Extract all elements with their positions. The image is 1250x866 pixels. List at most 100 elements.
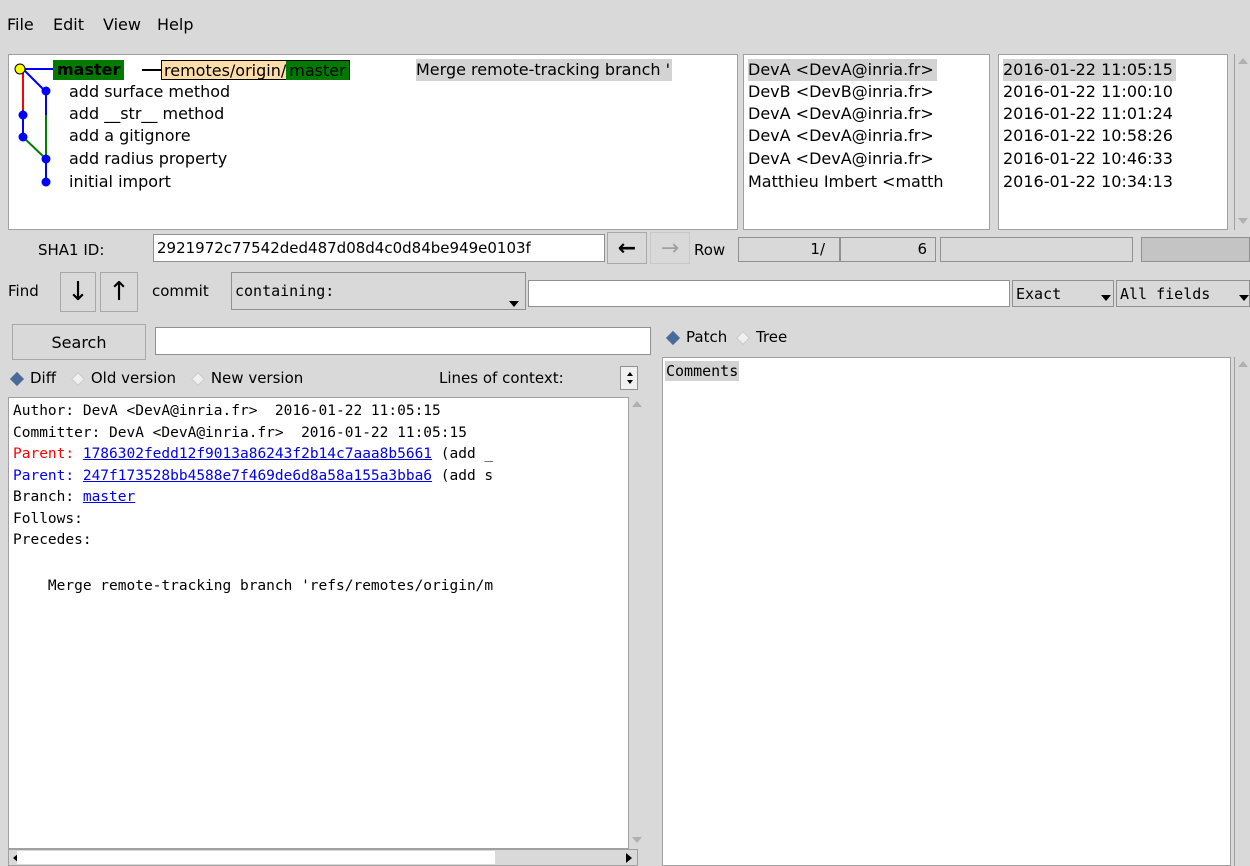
- author-row-2[interactable]: DevA <DevA@inria.fr>: [748, 103, 934, 125]
- patch-label: Patch: [686, 328, 728, 346]
- context-spinner[interactable]: 3: [620, 366, 638, 390]
- dropdown-arrow-icon[interactable]: [1239, 295, 1249, 301]
- detail-precedes: Precedes:: [13, 532, 92, 548]
- date-row-1[interactable]: 2016-01-22 11:00:10: [1003, 81, 1173, 103]
- date-row-0[interactable]: 2016-01-22 11:05:15: [1003, 59, 1176, 81]
- match-select[interactable]: Exact: [1012, 280, 1114, 307]
- diff-radio[interactable]: Diff: [9, 369, 57, 387]
- scrollbar-thumb[interactable]: [17, 851, 495, 864]
- remote-prefix: remotes/origin/: [164, 61, 287, 80]
- detail-committer: Committer: DevA <DevA@inria.fr> 2016-01-…: [13, 425, 467, 441]
- comments-scrollbar[interactable]: [1234, 357, 1250, 866]
- new-version-radio[interactable]: New version: [190, 369, 304, 387]
- commit-row-message-2[interactable]: add __str__ method: [69, 103, 224, 125]
- fields-select[interactable]: All fields: [1116, 280, 1250, 307]
- scroll-down-icon[interactable]: [632, 837, 642, 843]
- match-value: Exact: [1016, 285, 1062, 303]
- row-total: 6: [840, 237, 936, 262]
- search-input[interactable]: [155, 327, 651, 355]
- patch-radio[interactable]: Patch: [665, 328, 728, 346]
- find-mode-value: containing:: [235, 282, 335, 300]
- search-button[interactable]: Search: [12, 324, 146, 360]
- date-list[interactable]: 2016-01-22 11:05:15 2016-01-22 11:00:10 …: [998, 54, 1228, 230]
- author-list[interactable]: DevA <DevA@inria.fr> DevB <DevB@inria.fr…: [743, 54, 990, 230]
- commit-row-message-0[interactable]: Merge remote-tracking branch ': [416, 59, 673, 81]
- parent1-link[interactable]: 1786302fedd12f9013a86243f2b14c7aaa8b5661: [83, 446, 432, 462]
- parent1-tail: (add _: [432, 446, 494, 462]
- forward-arrow-icon[interactable]: →: [650, 232, 690, 264]
- commit-list[interactable]: master remotes/origin/master Merge remot…: [8, 54, 738, 230]
- commit-row-message-5[interactable]: initial import: [69, 171, 171, 193]
- find-mode-select[interactable]: containing:: [231, 272, 526, 310]
- author-row-1[interactable]: DevB <DevB@inria.fr>: [748, 81, 934, 103]
- parent2-tail: (add s: [432, 468, 494, 484]
- menu-file[interactable]: File: [7, 15, 34, 34]
- commit-row-message-1[interactable]: add surface method: [69, 81, 230, 103]
- date-row-5[interactable]: 2016-01-22 10:34:13: [1003, 171, 1173, 193]
- local-branch-tag[interactable]: master: [53, 60, 125, 80]
- find-up-icon[interactable]: ↑: [100, 272, 138, 312]
- progress-bar: [1141, 237, 1250, 262]
- radio-unselected-icon: [190, 371, 205, 386]
- back-arrow-icon[interactable]: ←: [607, 232, 647, 264]
- menu-view[interactable]: View: [103, 15, 141, 34]
- find-type-label: commit: [152, 282, 209, 300]
- fields-value: All fields: [1120, 285, 1211, 303]
- comments-title: Comments: [665, 361, 740, 381]
- status-field: [940, 237, 1133, 262]
- spin-up-icon[interactable]: [627, 372, 633, 376]
- scroll-up-icon[interactable]: [1238, 361, 1248, 367]
- row-current: 1/: [738, 237, 840, 262]
- parent2-label: Parent:: [13, 468, 83, 484]
- commit-row-message-3[interactable]: add a gitignore: [69, 125, 191, 147]
- date-row-3[interactable]: 2016-01-22 10:58:26: [1003, 125, 1173, 147]
- commit-detail[interactable]: Author: DevA <DevA@inria.fr> 2016-01-22 …: [8, 397, 638, 849]
- dropdown-arrow-icon[interactable]: [1101, 295, 1111, 301]
- detail-scrollbar[interactable]: [628, 397, 644, 849]
- dropdown-arrow-icon[interactable]: [509, 301, 519, 307]
- diff-options: Diff Old version New version: [9, 369, 304, 387]
- commit-node: [14, 63, 26, 75]
- menu-edit[interactable]: Edit: [53, 15, 84, 34]
- parent1-label: Parent:: [13, 446, 83, 462]
- comments-pane[interactable]: Comments: [662, 357, 1231, 866]
- menu-help[interactable]: Help: [157, 15, 193, 34]
- spin-down-icon[interactable]: [627, 380, 633, 384]
- find-query-input[interactable]: [528, 280, 1010, 307]
- context-label: Lines of context:: [439, 369, 564, 387]
- find-down-icon[interactable]: ↓: [60, 272, 96, 312]
- find-label: Find: [8, 282, 39, 300]
- detail-hscrollbar[interactable]: [8, 849, 638, 866]
- sha1-label: SHA1 ID:: [38, 241, 105, 259]
- radio-unselected-icon: [735, 330, 751, 345]
- date-row-4[interactable]: 2016-01-22 10:46:33: [1003, 148, 1173, 170]
- new-version-label: New version: [210, 369, 304, 387]
- parent2-link[interactable]: 247f173528bb4588e7f469de6d8a58a155a3bba6: [83, 468, 432, 484]
- date-row-2[interactable]: 2016-01-22 11:01:24: [1003, 103, 1173, 125]
- diff-label: Diff: [30, 369, 57, 387]
- tree-radio[interactable]: Tree: [735, 328, 788, 346]
- old-version-label: Old version: [90, 369, 177, 387]
- scroll-down-icon[interactable]: [1238, 218, 1248, 224]
- author-row-5[interactable]: Matthieu Imbert <matth: [748, 171, 988, 193]
- author-row-3[interactable]: DevA <DevA@inria.fr>: [748, 125, 934, 147]
- remote-branch-tag[interactable]: remotes/origin/master: [161, 60, 350, 80]
- commit-list-scrollbar[interactable]: [1234, 54, 1250, 230]
- detail-parent-1: Parent: 1786302fedd12f9013a86243f2b14c7a…: [13, 444, 619, 466]
- scroll-right-icon[interactable]: [626, 853, 632, 863]
- detail-parent-2: Parent: 247f173528bb4588e7f469de6d8a58a1…: [13, 466, 619, 488]
- scroll-up-icon[interactable]: [1238, 58, 1248, 64]
- sha1-field[interactable]: 2921972c77542ded487d08d4c0d84be949e0103f: [153, 234, 605, 262]
- scroll-up-icon[interactable]: [632, 401, 642, 407]
- detail-author: Author: DevA <DevA@inria.fr> 2016-01-22 …: [13, 403, 441, 419]
- tree-label: Tree: [755, 328, 788, 346]
- commit-row-message-4[interactable]: add radius property: [69, 148, 227, 170]
- radio-unselected-icon: [70, 371, 85, 386]
- detail-follows: Follows:: [13, 511, 83, 527]
- branch-label: Branch:: [13, 489, 83, 505]
- author-row-0[interactable]: DevA <DevA@inria.fr>: [748, 59, 937, 81]
- branch-link[interactable]: master: [83, 489, 135, 505]
- author-row-4[interactable]: DevA <DevA@inria.fr>: [748, 148, 934, 170]
- row-label: Row: [694, 241, 726, 259]
- old-version-radio[interactable]: Old version: [70, 369, 177, 387]
